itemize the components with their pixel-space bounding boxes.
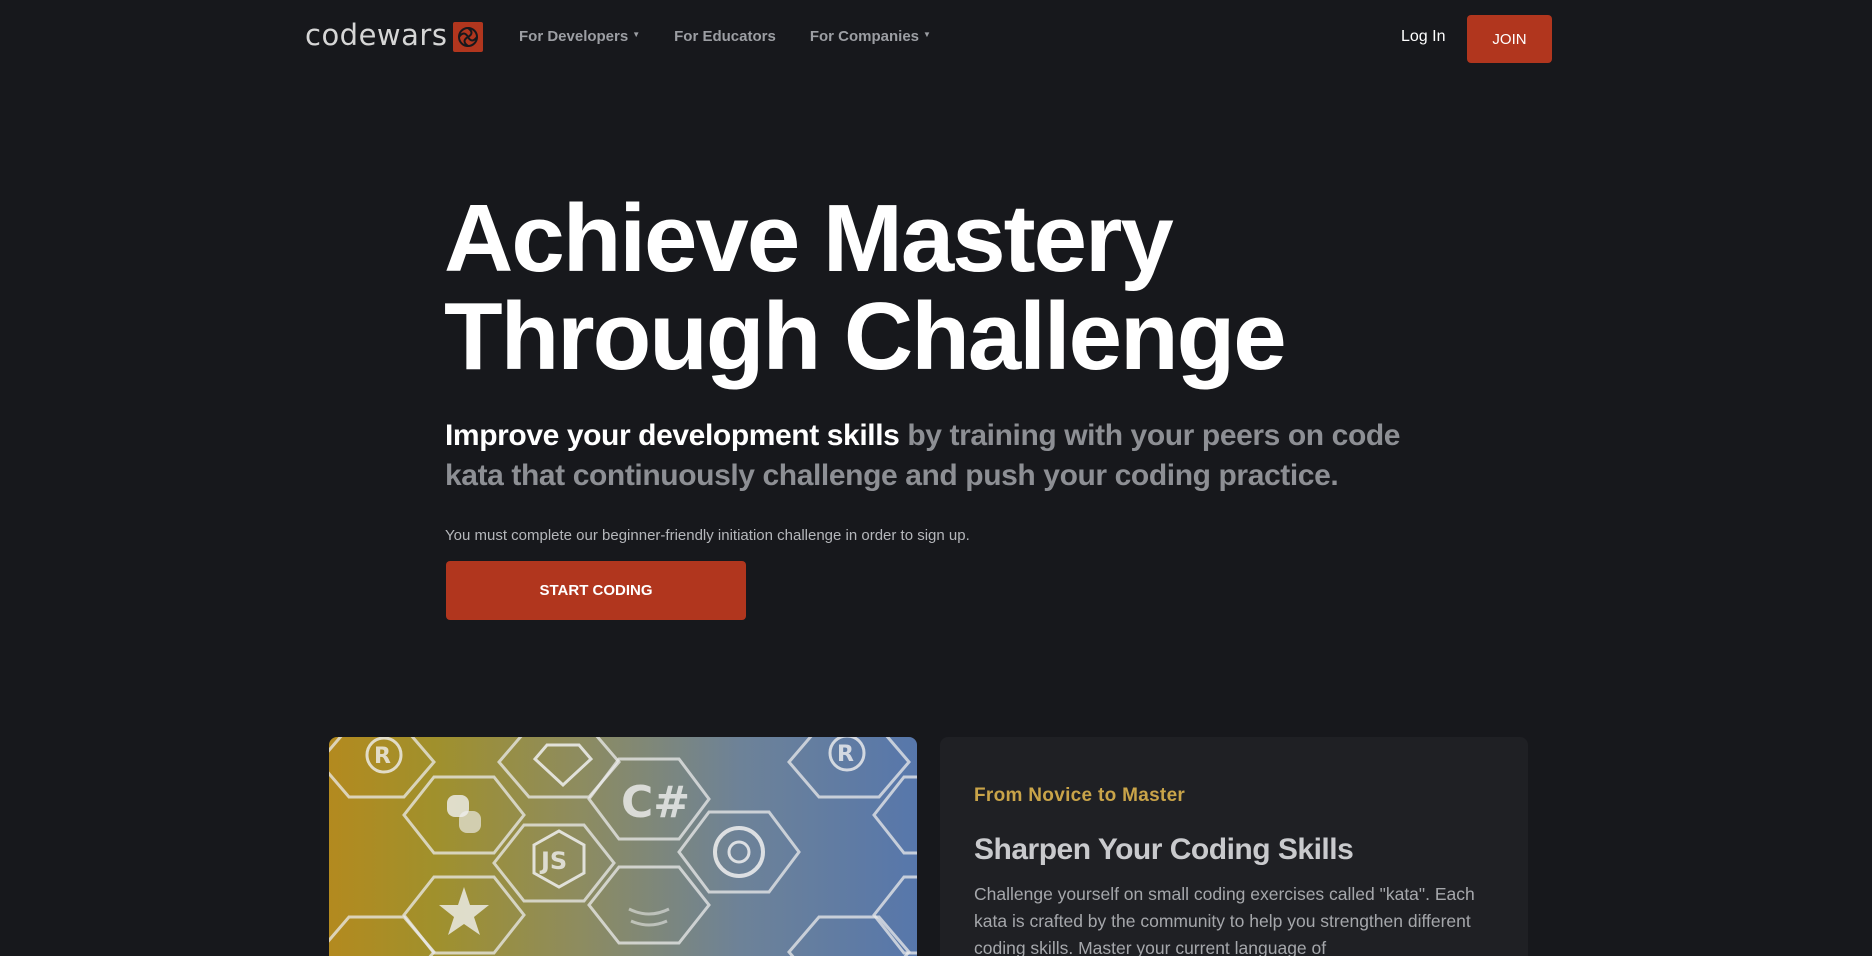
- svg-text:C#: C#: [621, 777, 690, 828]
- hero-title: Achieve Mastery Through Challenge: [444, 190, 1344, 386]
- rust-icon: R: [828, 737, 866, 772]
- java-icon: [628, 907, 670, 927]
- logo-text: codewars: [305, 18, 448, 52]
- hero-title-line2: Through Challenge: [444, 283, 1287, 390]
- chevron-down-icon: ▼: [632, 30, 641, 39]
- rust-icon: R: [365, 737, 403, 774]
- svg-text:JS: JS: [539, 847, 567, 875]
- feature-body: Challenge yourself on small coding exerc…: [974, 884, 1475, 956]
- feature-title: Sharpen Your Coding Skills: [974, 833, 1354, 866]
- nav-for-companies-label: For Companies: [809, 28, 920, 45]
- nav-for-developers-label: For Developers: [519, 28, 629, 45]
- python-icon: [447, 795, 481, 833]
- nav-links: For Developers ▼ For Educators For Compa…: [519, 28, 965, 45]
- hero-title-line1: Achieve Mastery: [444, 185, 1174, 292]
- javascript-icon: JS: [532, 829, 586, 889]
- page: codewars For Developers ▼ For Educators: [0, 0, 1872, 956]
- feature-card: From Novice to Master Sharpen Your Codin…: [940, 737, 1528, 956]
- start-coding-button[interactable]: START CODING: [446, 561, 746, 620]
- csharp-icon: C#: [621, 777, 690, 828]
- top-nav: codewars For Developers ▼ For Educators: [0, 0, 1872, 78]
- login-link[interactable]: Log In: [1401, 28, 1445, 46]
- nav-for-educators-label: For Educators: [674, 28, 776, 45]
- nav-for-educators[interactable]: For Educators: [674, 28, 776, 45]
- feature-eyebrow: From Novice to Master: [974, 785, 1186, 806]
- join-button[interactable]: JOIN: [1467, 15, 1552, 63]
- svg-text:R: R: [374, 744, 391, 769]
- svg-text:R: R: [837, 742, 854, 767]
- hero-subtitle-highlight: Improve your development skills: [445, 419, 900, 452]
- nav-for-companies[interactable]: For Companies ▼: [810, 28, 931, 45]
- clojure-icon: [713, 826, 765, 878]
- ruby-icon: [532, 743, 594, 788]
- logo-mark-icon: [453, 21, 484, 52]
- codewars-logo[interactable]: codewars: [305, 18, 484, 52]
- nav-for-developers[interactable]: For Developers ▼: [519, 28, 640, 45]
- elixir-icon: [439, 887, 489, 935]
- language-hex-illustration: R C# JS R: [329, 737, 917, 956]
- signup-note: You must complete our beginner-friendly …: [445, 527, 970, 544]
- hero-subtitle: Improve your development skills by train…: [445, 416, 1405, 496]
- chevron-down-icon: ▼: [923, 30, 931, 39]
